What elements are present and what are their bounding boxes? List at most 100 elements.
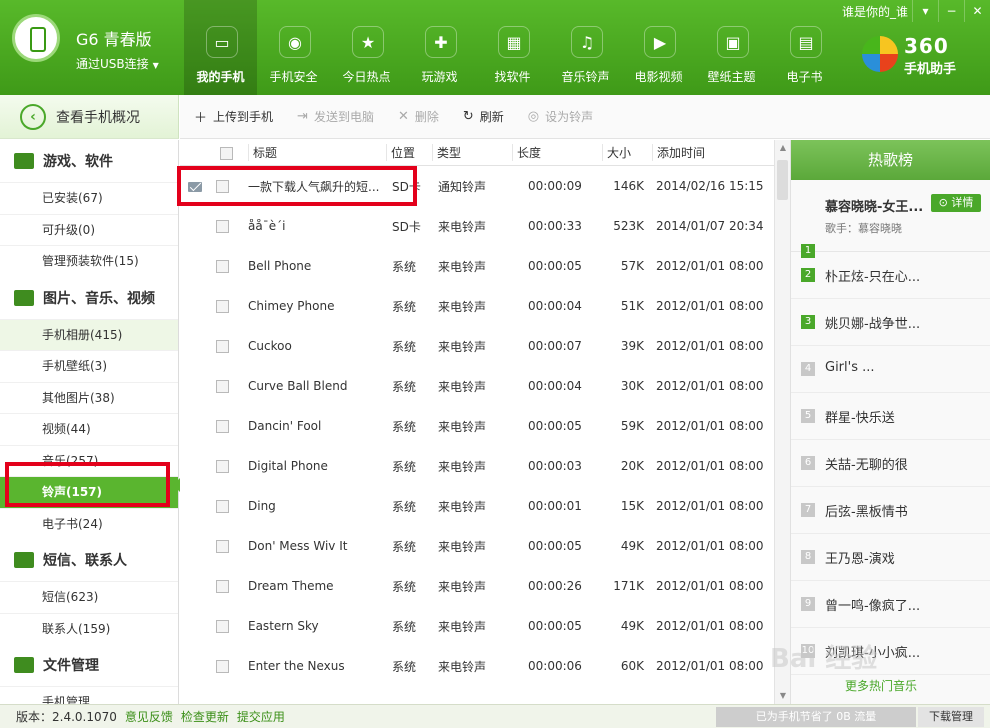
hot-song-item[interactable]: 4 Girl's ... bbox=[791, 346, 990, 393]
menu-icon[interactable]: ▾ bbox=[912, 0, 938, 22]
sidebar-item[interactable]: 电子书(24) bbox=[0, 507, 178, 540]
upload-to-phone-button[interactable]: ＋ 上传到手机 bbox=[194, 107, 273, 126]
table-row[interactable]: Don' Mess Wiv It 系统 来电铃声 00:00:05 49K 2012/01… bbox=[180, 526, 774, 566]
download-manager-button[interactable]: 下载管理 bbox=[918, 707, 984, 727]
table-row[interactable]: Dancin' Fool 系统 来电铃声 00:00:05 59K 2012/01/01 … bbox=[180, 406, 774, 446]
cell-date-added: 2012/01/01 08:00 bbox=[656, 579, 764, 593]
table-row[interactable]: Dream Theme 系统 来电铃声 00:00:26 171K 2012/01/01 … bbox=[180, 566, 774, 606]
refresh-button[interactable]: ↻ 刷新 bbox=[463, 108, 504, 125]
table-scrollbar[interactable]: ▲ ▼ bbox=[774, 140, 790, 704]
row-checkbox[interactable] bbox=[216, 500, 229, 513]
picture-icon: ▣ bbox=[717, 26, 749, 58]
table-row[interactable]: Bell Phone 系统 来电铃声 00:00:05 57K 2012/01/01 08… bbox=[180, 246, 774, 286]
cell-size: 60K bbox=[620, 659, 644, 673]
sidebar-item[interactable]: 视频(44) bbox=[0, 413, 178, 445]
phone-icon: ▭ bbox=[206, 26, 238, 58]
feedback-link[interactable]: 意见反馈 bbox=[125, 708, 173, 725]
table-row[interactable]: åå¯è´i SD卡 来电铃声 00:00:33 523K 2014/01/07 20:3… bbox=[180, 206, 774, 246]
row-checkbox[interactable] bbox=[216, 260, 229, 273]
row-checkbox[interactable] bbox=[216, 460, 229, 473]
column-header-date-added[interactable]: 添加时间 bbox=[652, 144, 774, 161]
hot-song-item[interactable]: 8 王乃恩-演戏 bbox=[791, 534, 990, 581]
cell-location: 系统 bbox=[392, 379, 417, 394]
scroll-down-arrow-icon[interactable]: ▼ bbox=[775, 688, 791, 704]
shield-icon: ◉ bbox=[279, 26, 311, 58]
row-checkbox[interactable] bbox=[216, 380, 229, 393]
logo-ball-icon bbox=[862, 36, 898, 72]
check-update-link[interactable]: 检查更新 bbox=[181, 708, 229, 725]
row-checkbox[interactable] bbox=[216, 620, 229, 633]
device-phone-icon[interactable] bbox=[12, 14, 60, 62]
sidebar-item[interactable]: 联系人(159) bbox=[0, 612, 178, 645]
column-header-location[interactable]: 位置 bbox=[386, 144, 432, 161]
table-row[interactable]: Eastern Sky 系统 来电铃声 00:00:05 49K 2012/01/01 0… bbox=[180, 606, 774, 646]
table-row[interactable]: Ding 系统 来电铃声 00:00:01 15K 2012/01/01 08:00 bbox=[180, 486, 774, 526]
table-row[interactable]: Digital Phone 系统 来电铃声 00:00:03 20K 2012/01/01… bbox=[180, 446, 774, 486]
nav-item-4[interactable]: ▦ 找软件 bbox=[476, 0, 549, 95]
scroll-up-arrow-icon[interactable]: ▲ bbox=[775, 140, 791, 156]
cell-size: 49K bbox=[620, 539, 644, 553]
hot-songs-panel: 热歌榜 1 慕容晓晓-女王... 歌手：慕容晓晓 ⊙ 详情 2 朴正炫-只在心..… bbox=[790, 140, 990, 704]
cell-title: Bell Phone bbox=[248, 259, 312, 273]
scrollbar-thumb[interactable] bbox=[777, 160, 788, 200]
hot-song-item[interactable]: 3 姚贝娜-战争世... bbox=[791, 299, 990, 346]
column-header-length[interactable]: 长度 bbox=[512, 144, 602, 161]
minimize-icon[interactable]: − bbox=[938, 0, 964, 22]
cell-length: 00:00:05 bbox=[528, 419, 582, 433]
table-row[interactable]: Curve Ball Blend 系统 来电铃声 00:00:04 30K 2012/01… bbox=[180, 366, 774, 406]
column-header-size[interactable]: 大小 bbox=[602, 144, 652, 161]
rank-badge: 6 bbox=[801, 456, 815, 470]
detail-button[interactable]: ⊙ 详情 bbox=[931, 194, 981, 212]
nav-item-8[interactable]: ▤ 电子书 bbox=[768, 0, 841, 95]
cell-size: 146K bbox=[613, 179, 644, 193]
table-row[interactable]: Cuckoo 系统 来电铃声 00:00:07 39K 2012/01/01 08:00 bbox=[180, 326, 774, 366]
table-row[interactable]: Enter the Nexus 系统 来电铃声 00:00:06 60K 2012/01/… bbox=[180, 646, 774, 686]
sidebar-item[interactable]: 管理预装软件(15) bbox=[0, 245, 178, 277]
view-phone-overview-button[interactable]: ‹ 查看手机概况 bbox=[0, 95, 179, 139]
nav-item-3[interactable]: ✚ 玩游戏 bbox=[403, 0, 476, 95]
sidebar-group-header: 游戏、软件 bbox=[0, 140, 178, 182]
row-checkbox[interactable] bbox=[216, 580, 229, 593]
row-checkbox[interactable] bbox=[216, 220, 229, 233]
nav-item-1[interactable]: ◉ 手机安全 bbox=[257, 0, 330, 95]
column-header-title[interactable]: 标题 bbox=[248, 144, 386, 161]
cell-date-added: 2012/01/01 08:00 bbox=[656, 459, 764, 473]
sidebar-group-title: 短信、联系人 bbox=[43, 553, 127, 569]
nav-item-2[interactable]: ★ 今日热点 bbox=[330, 0, 403, 95]
select-all-checkbox[interactable] bbox=[220, 146, 233, 160]
row-checkbox[interactable] bbox=[216, 340, 229, 353]
close-icon[interactable]: ✕ bbox=[964, 0, 990, 22]
nav-item-5[interactable]: ♫ 音乐铃声 bbox=[549, 0, 622, 95]
sidebar-item[interactable]: 手机壁纸(3) bbox=[0, 350, 178, 382]
sidebar-item[interactable]: 可升级(0) bbox=[0, 213, 178, 246]
nav-item-0[interactable]: ▭ 我的手机 bbox=[184, 0, 257, 95]
hot-song-item[interactable]: 9 曾一鸣-像疯了... bbox=[791, 581, 990, 628]
nav-item-6[interactable]: ▶ 电影视频 bbox=[622, 0, 695, 95]
set-ringtone-button[interactable]: ◎ 设为铃声 bbox=[528, 108, 593, 125]
sidebar-item[interactable]: 其他图片(38) bbox=[0, 381, 178, 414]
row-checkbox[interactable] bbox=[216, 420, 229, 433]
hot-song-name: 姚贝娜-战争世... bbox=[825, 317, 921, 332]
hot-song-item[interactable]: 7 后弦-黑板情书 bbox=[791, 487, 990, 534]
sidebar-item[interactable]: 已安装(67) bbox=[0, 182, 178, 214]
sidebar-item[interactable]: 短信(623) bbox=[0, 581, 178, 613]
nav-item-7[interactable]: ▣ 壁纸主题 bbox=[695, 0, 768, 95]
cell-date-added: 2012/01/01 08:00 bbox=[656, 339, 764, 353]
column-header-type[interactable]: 类型 bbox=[432, 144, 512, 161]
more-hot-music-link[interactable]: 更多热门音乐 bbox=[845, 677, 917, 694]
connection-mode-dropdown[interactable]: 通过USB连接 ▼ bbox=[76, 55, 159, 72]
hot-song-item[interactable]: 5 群星-快乐送 bbox=[791, 393, 990, 440]
cell-location: 系统 bbox=[392, 299, 417, 314]
hot-song-item[interactable]: 2 朴正炫-只在心... bbox=[791, 252, 990, 299]
row-checkbox[interactable] bbox=[216, 660, 229, 673]
hot-song-top-item[interactable]: 1 慕容晓晓-女王... 歌手：慕容晓晓 ⊙ 详情 bbox=[791, 180, 990, 258]
hot-song-item[interactable]: 6 关喆-无聊的很 bbox=[791, 440, 990, 487]
sidebar-item[interactable]: 手机相册(415) bbox=[0, 318, 178, 350]
delete-button[interactable]: ✕ 删除 bbox=[398, 108, 439, 125]
submit-app-link[interactable]: 提交应用 bbox=[237, 708, 285, 725]
row-checkbox[interactable] bbox=[216, 540, 229, 553]
row-checkbox[interactable] bbox=[216, 300, 229, 313]
table-row[interactable]: Chimey Phone 系统 来电铃声 00:00:04 51K 2012/01/01 … bbox=[180, 286, 774, 326]
user-account-label[interactable]: 谁是你的_谁 bbox=[842, 3, 908, 20]
send-to-pc-button[interactable]: ⇥ 发送到电脑 bbox=[297, 108, 374, 125]
